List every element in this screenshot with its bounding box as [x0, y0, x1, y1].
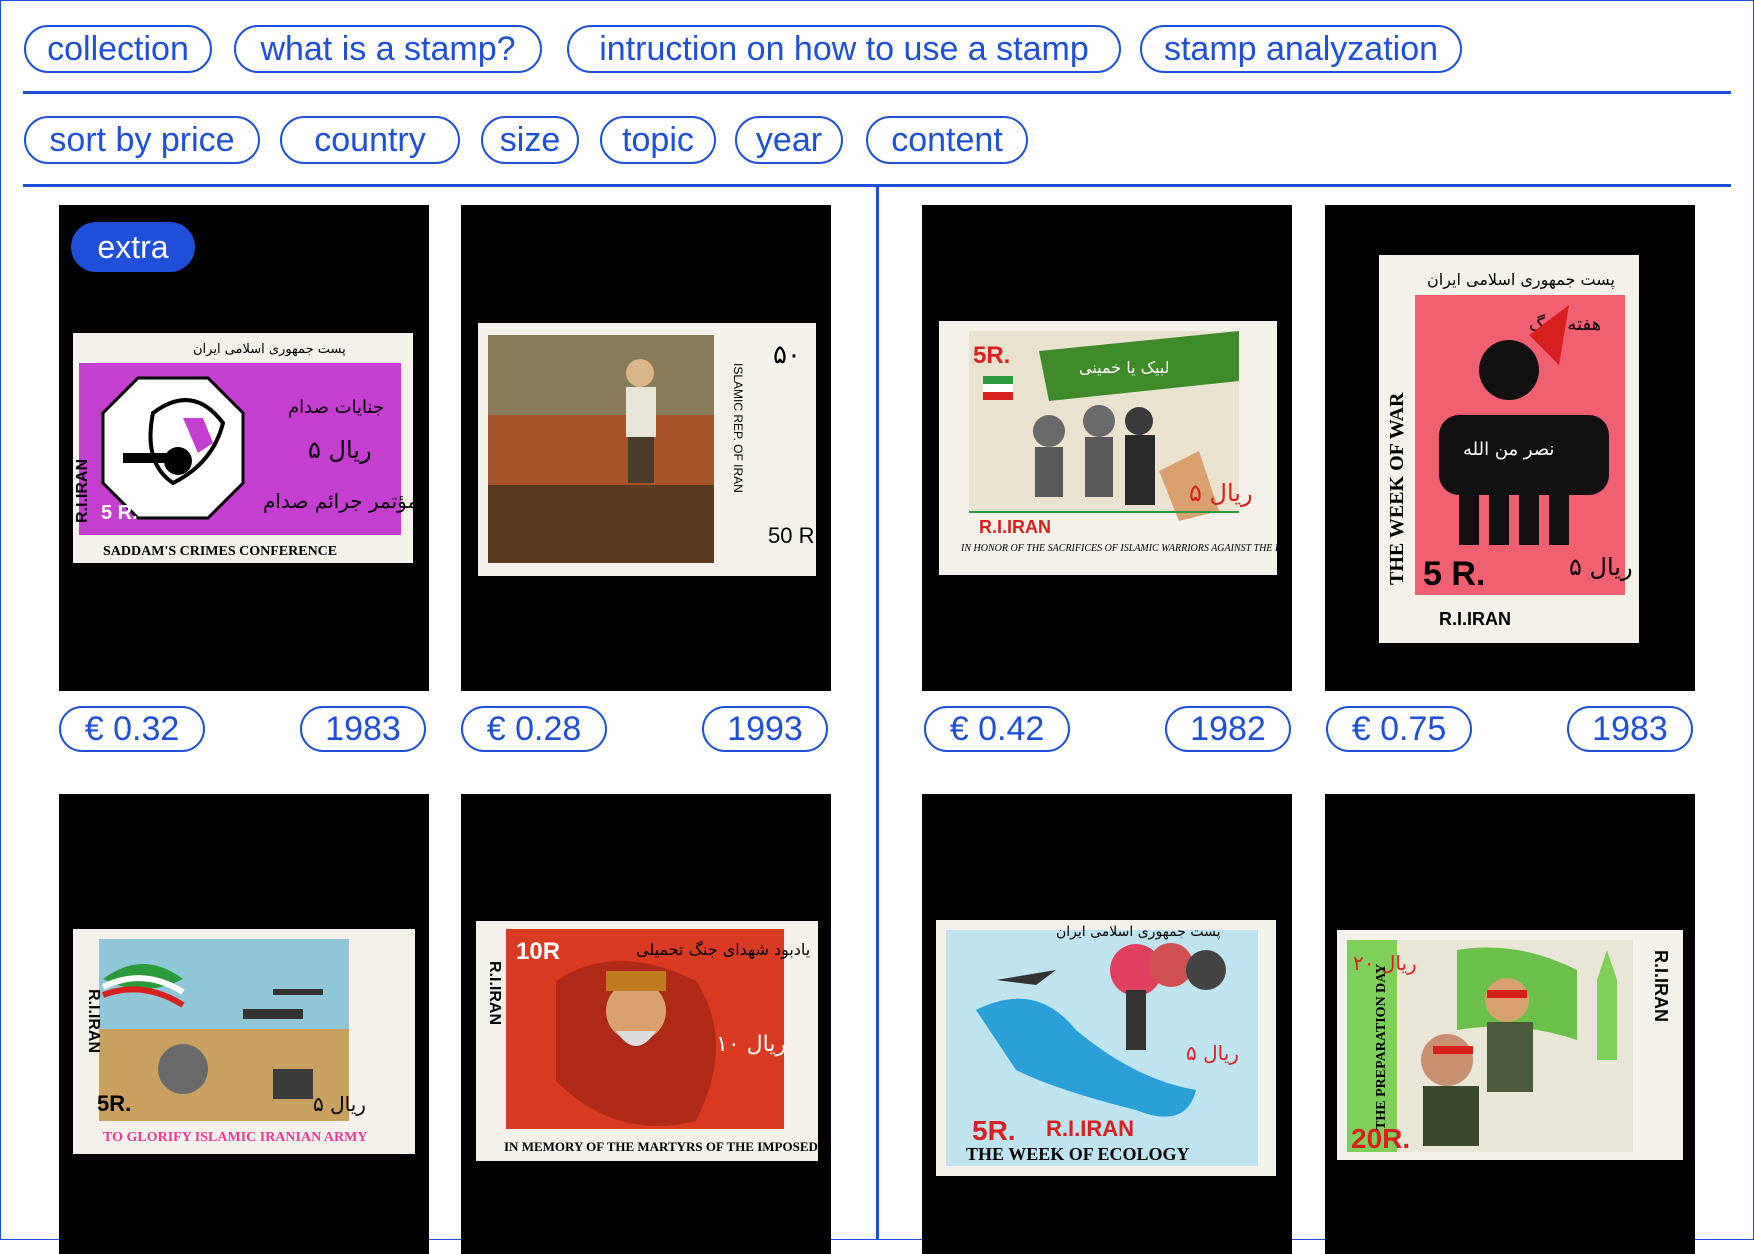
- svg-text:THE WEEK OF ECOLOGY: THE WEEK OF ECOLOGY: [966, 1144, 1190, 1164]
- svg-text:۵ ریال: ۵ ریال: [313, 1092, 366, 1116]
- svg-text:R.I.IRAN: R.I.IRAN: [74, 459, 91, 523]
- svg-text:50 Rls.: 50 Rls.: [768, 523, 816, 548]
- svg-text:۵ ریال: ۵ ریال: [1189, 479, 1253, 507]
- svg-text:۱۰ ریال: ۱۰ ریال: [716, 1032, 786, 1057]
- svg-text:IN MEMORY OF THE MARTYRS OF TH: IN MEMORY OF THE MARTYRS OF THE IMPOSED …: [504, 1139, 818, 1154]
- tab-instruction[interactable]: intruction on how to use a stamp: [567, 25, 1121, 73]
- svg-text:پست جمهوری اسلامی ایران: پست جمهوری اسلامی ایران: [1056, 924, 1221, 940]
- svg-text:نصر من الله: نصر من الله: [1463, 439, 1554, 460]
- stamp-card[interactable]: 5R. TO GLORIFY ISLAMIC IRANIAN ARMY R.I.…: [59, 794, 429, 1254]
- svg-text:جنایات صدام: جنایات صدام: [288, 397, 384, 418]
- stamp-image: پست جمهوری اسلامی ایران هفته جنگ نصر من …: [1379, 255, 1639, 643]
- tab-collection[interactable]: collection: [24, 25, 212, 73]
- svg-text:R.I.IRAN: R.I.IRAN: [1651, 950, 1671, 1022]
- stamp-image: 5R. TO GLORIFY ISLAMIC IRANIAN ARMY R.I.…: [73, 929, 415, 1154]
- svg-text:5 R.: 5 R.: [101, 502, 138, 524]
- filter-topic[interactable]: topic: [600, 116, 716, 164]
- price-tag[interactable]: € 0.75: [1326, 706, 1472, 752]
- price-tag[interactable]: € 0.28: [461, 706, 607, 752]
- stamp-image: جنایات صدام ۵ ریال مؤتمر جرائم صدام پست …: [73, 333, 413, 563]
- extra-badge: extra: [71, 222, 195, 272]
- svg-text:TO GLORIFY ISLAMIC IRANIAN ARM: TO GLORIFY ISLAMIC IRANIAN ARMY: [103, 1130, 367, 1145]
- svg-text:لبیک یا خمینی: لبیک یا خمینی: [1079, 358, 1169, 377]
- year-tag[interactable]: 1983: [1567, 706, 1693, 752]
- svg-text:5 R.: 5 R.: [1423, 555, 1485, 593]
- stamp-card[interactable]: پست جمهوری اسلامی ایران ۵ ریال 5R. R.I.I…: [922, 794, 1292, 1254]
- year-tag[interactable]: 1993: [702, 706, 828, 752]
- tab-stamp-analyzation[interactable]: stamp analyzation: [1140, 25, 1462, 73]
- stamp-image: لبیک یا خمینی 5R. R.I.IRAN ۵ ریال IN HON…: [939, 321, 1277, 575]
- svg-text:SADDAM'S CRIMES CONFERENCE: SADDAM'S CRIMES CONFERENCE: [103, 544, 337, 559]
- stamp-card[interactable]: 10R ۱۰ ریال یادبود شهدای جنگ تحمیلی IN M…: [461, 794, 831, 1254]
- svg-text:۵۰: ۵۰: [773, 340, 801, 370]
- svg-text:یادبود شهدای جنگ تحمیلی: یادبود شهدای جنگ تحمیلی: [636, 940, 810, 960]
- svg-text:۵ ریال: ۵ ریال: [308, 436, 372, 464]
- filter-year[interactable]: year: [735, 116, 843, 164]
- svg-text:10R: 10R: [516, 938, 560, 965]
- stamp-card[interactable]: extra جنایات صدام ۵ ریال مؤتمر جرائم صدا…: [59, 205, 429, 691]
- svg-text:R.I.IRAN: R.I.IRAN: [1439, 609, 1511, 629]
- price-tag[interactable]: € 0.42: [924, 706, 1070, 752]
- svg-text:پست جمهوری اسلامی ایران: پست جمهوری اسلامی ایران: [1427, 270, 1615, 290]
- svg-text:5R.: 5R.: [972, 1115, 1016, 1146]
- svg-text:R.I.IRAN: R.I.IRAN: [486, 961, 503, 1025]
- svg-text:5R.: 5R.: [97, 1091, 131, 1116]
- stamp-card[interactable]: پست جمهوری اسلامی ایران هفته جنگ نصر من …: [1325, 205, 1695, 691]
- stamp-card[interactable]: ۲۰ ریال 20R. THE PREPARATION DAY R.I.IRA…: [1325, 794, 1695, 1254]
- svg-text:۵ ریال: ۵ ریال: [1186, 1041, 1239, 1065]
- filter-content[interactable]: content: [866, 116, 1028, 164]
- column-divider: [876, 186, 879, 1240]
- svg-text:پست جمهوری اسلامی ایران: پست جمهوری اسلامی ایران: [193, 342, 346, 357]
- stamp-image: ۲۰ ریال 20R. THE PREPARATION DAY R.I.IRA…: [1337, 930, 1683, 1160]
- svg-text:THE WEEK OF WAR: THE WEEK OF WAR: [1386, 392, 1408, 585]
- svg-text:R.I.IRAN: R.I.IRAN: [85, 989, 102, 1053]
- filter-size[interactable]: size: [481, 116, 579, 164]
- tab-what-is-a-stamp[interactable]: what is a stamp?: [234, 25, 542, 73]
- svg-text:مؤتمر جرائم صدام: مؤتمر جرائم صدام: [263, 489, 413, 513]
- year-tag[interactable]: 1983: [300, 706, 426, 752]
- svg-text:THE PREPARATION DAY: THE PREPARATION DAY: [1374, 964, 1389, 1130]
- svg-text:۵ ریال: ۵ ریال: [1569, 553, 1633, 581]
- svg-text:IN HONOR OF THE SACRIFICES OF: IN HONOR OF THE SACRIFICES OF ISLAMIC WA…: [960, 543, 1277, 554]
- year-tag[interactable]: 1982: [1165, 706, 1291, 752]
- filter-sort-by-price[interactable]: sort by price: [24, 116, 260, 164]
- price-tag[interactable]: € 0.32: [59, 706, 205, 752]
- svg-text:R.I.IRAN: R.I.IRAN: [979, 517, 1051, 537]
- svg-text:R.I.IRAN: R.I.IRAN: [1046, 1116, 1134, 1141]
- stamp-card[interactable]: لبیک یا خمینی 5R. R.I.IRAN ۵ ریال IN HON…: [922, 205, 1292, 691]
- stamp-image: پست جمهوری اسلامی ایران ۵ ریال 5R. R.I.I…: [936, 920, 1276, 1176]
- svg-text:ISLAMIC REP. OF IRAN: ISLAMIC REP. OF IRAN: [731, 363, 745, 493]
- stamp-image: ۵۰ 50 Rls. ISLAMIC REP. OF IRAN: [478, 323, 816, 576]
- filter-country[interactable]: country: [280, 116, 460, 164]
- svg-text:5R.: 5R.: [973, 342, 1010, 369]
- stamp-card[interactable]: ۵۰ 50 Rls. ISLAMIC REP. OF IRAN: [461, 205, 831, 691]
- stamp-image: 10R ۱۰ ریال یادبود شهدای جنگ تحمیلی IN M…: [476, 921, 818, 1161]
- nav-divider: [23, 91, 1731, 94]
